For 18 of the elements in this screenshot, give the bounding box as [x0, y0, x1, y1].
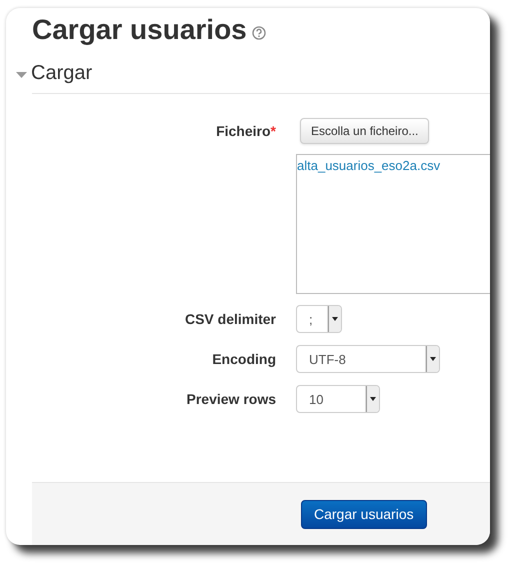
field-label: CSV delimiter	[184, 311, 276, 327]
dropdown[interactable]: UTF-8	[296, 345, 440, 373]
dropdown[interactable]: 10	[296, 385, 380, 413]
page-title: Cargar usuarios	[32, 14, 247, 46]
choose-file-button[interactable]: Escolla un ficheiro...	[300, 118, 430, 144]
dropdown-arrow-icon	[370, 397, 376, 401]
submit-button[interactable]: Cargar usuarios	[301, 500, 427, 528]
dropdown-arrow-icon	[430, 357, 436, 361]
help-icon[interactable]	[252, 26, 266, 40]
file-link[interactable]: alta_usuarios_eso2a.csv	[297, 158, 440, 173]
field-label: Encoding	[212, 351, 276, 367]
collapse-caret-icon[interactable]	[16, 70, 27, 78]
field-label: Preview rows	[186, 391, 276, 407]
dropdown-arrow-icon	[332, 317, 338, 321]
field-label: Ficheiro	[216, 123, 271, 139]
dropdown[interactable]: ;	[296, 305, 342, 333]
section-title[interactable]: Cargar	[31, 62, 92, 85]
required-mark: *	[270, 123, 276, 139]
